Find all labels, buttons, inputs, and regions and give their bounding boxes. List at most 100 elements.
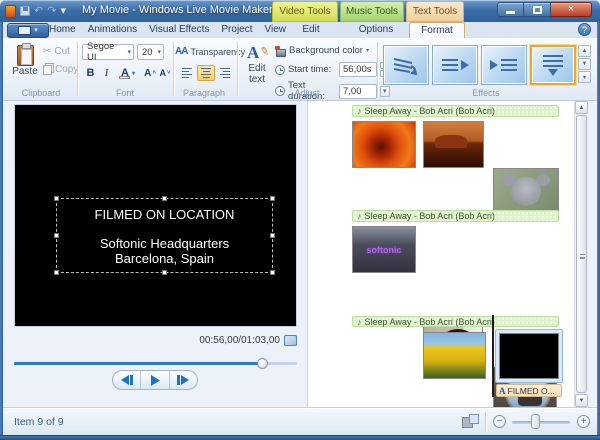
scroll-up-icon[interactable]: ▲ <box>575 101 588 114</box>
chevron-down-icon: ▾ <box>157 48 161 56</box>
seek-thumb[interactable] <box>257 358 268 369</box>
selection-handle[interactable] <box>54 196 59 201</box>
font-size-combobox[interactable]: 20 ▾ <box>137 44 164 60</box>
scrollbar-thumb[interactable] <box>576 115 587 393</box>
tab-home[interactable]: Home <box>43 22 82 38</box>
thumbnail-desert-rocks[interactable] <box>423 121 484 168</box>
maximize-icon <box>533 6 542 14</box>
thumbnail-size-icon[interactable] <box>462 414 479 429</box>
shrink-font-button[interactable]: A˅ <box>158 65 172 81</box>
music-track-bar[interactable]: ♪ Sleep Away - Bob Acri (Bob Acri) <box>352 210 559 222</box>
grow-font-button[interactable]: A˄ <box>143 65 157 81</box>
effect-fly-in-right-button[interactable] <box>481 45 527 85</box>
music-note-icon: ♪ <box>357 106 362 116</box>
playhead-indicator[interactable] <box>492 315 494 397</box>
selection-handle[interactable] <box>162 270 167 275</box>
next-frame-button[interactable] <box>170 371 197 389</box>
effect-arrow-right-lines-icon <box>489 54 519 76</box>
zoom-slider-thumb[interactable] <box>531 414 540 429</box>
selection-handle[interactable] <box>270 196 275 201</box>
effect-scroll-up-button-selected[interactable] <box>530 45 576 85</box>
window-controls: × <box>497 2 592 17</box>
effect-fly-in-left-button[interactable] <box>432 45 478 85</box>
tab-view[interactable]: View <box>259 22 293 38</box>
selection-handle[interactable] <box>270 270 275 275</box>
music-track-bar[interactable]: ♪ Sleep Away - Bob Acri (Bob Acri) <box>352 316 559 327</box>
effect-cinematic-button[interactable] <box>383 45 429 85</box>
bold-button[interactable]: B <box>83 65 98 81</box>
align-left-button[interactable] <box>178 65 196 81</box>
undo-icon[interactable]: ↶ <box>34 5 43 18</box>
tab-edit[interactable]: Edit <box>289 22 333 38</box>
minimize-button[interactable] <box>497 2 524 17</box>
selection-handle[interactable] <box>270 233 275 238</box>
seek-bar[interactable] <box>14 358 297 369</box>
chevron-down-icon: ▾ <box>366 47 369 54</box>
tab-options[interactable]: Options <box>345 22 407 38</box>
adjust-group-label: Adjust <box>239 88 375 98</box>
contextual-group-text-tools: Text Tools <box>406 1 464 22</box>
title-overlay-caption-text: FILMED O... <box>508 386 555 396</box>
background-color-button[interactable]: Background color ▾ <box>275 45 369 56</box>
app-icon[interactable] <box>5 5 16 18</box>
app-window: ↶ ↷ ▾ My Movie - Windows Live Movie Make… <box>0 0 600 440</box>
play-button[interactable] <box>141 371 169 389</box>
selection-handle[interactable] <box>162 196 167 201</box>
gallery-scroll-down-icon[interactable]: ▼ <box>578 58 591 70</box>
ribbon-tab-strip: ▾ Home Animations Visual Effects Project… <box>3 22 597 38</box>
selection-handle[interactable] <box>54 233 59 238</box>
customize-quick-access-icon[interactable]: ▾ <box>60 5 66 18</box>
previous-frame-button[interactable] <box>113 371 141 389</box>
gallery-more-icon[interactable]: ▾ <box>578 71 591 83</box>
italic-button[interactable]: I <box>99 65 114 81</box>
contextual-group-music-tools: Music Tools <box>340 1 404 22</box>
title-overlay-caption[interactable]: A FILMED O... <box>496 384 562 397</box>
fullscreen-preview-icon[interactable] <box>284 335 297 346</box>
text-selection-box[interactable]: FILMED ON LOCATION Softonic Headquarters… <box>56 198 273 273</box>
tab-visual-effects[interactable]: Visual Effects <box>143 22 215 38</box>
thumbnail-black-title-clip-selected[interactable] <box>499 333 559 379</box>
video-preview[interactable]: FILMED ON LOCATION Softonic Headquarters… <box>14 104 297 327</box>
thumbnail-koala[interactable] <box>493 168 559 215</box>
font-color-button[interactable]: A ▾ <box>116 65 140 81</box>
edit-text-button[interactable]: A✎ Edit text <box>241 43 273 89</box>
group-separator <box>77 42 78 96</box>
selection-handle[interactable] <box>54 270 59 275</box>
font-family-combobox[interactable]: Segoe UI ▾ <box>82 44 134 60</box>
music-track-bar[interactable]: ♪ Sleep Away - Bob Acri (Bob Acri) <box>352 105 559 117</box>
align-right-button[interactable] <box>216 65 234 81</box>
tab-project[interactable]: Project <box>215 22 258 38</box>
gallery-scroll-up-icon[interactable]: ▲ <box>578 45 591 57</box>
thumbnail-flower[interactable] <box>352 121 416 168</box>
save-icon[interactable] <box>20 6 30 16</box>
close-button[interactable]: × <box>551 2 592 17</box>
transparency-button[interactable]: AA Transparency <box>175 44 233 59</box>
minimize-icon <box>506 11 515 14</box>
background-color-label: Background color <box>289 45 363 56</box>
cut-button[interactable]: ✂ Cut <box>43 46 70 57</box>
storyboard-scrollbar[interactable]: ▲ ▼ <box>574 101 587 407</box>
start-time-label: Start time: <box>288 64 336 75</box>
zoom-out-button[interactable]: − <box>493 415 506 428</box>
zoom-slider-track[interactable] <box>512 421 570 424</box>
align-right-icon <box>220 68 230 78</box>
window-title: My Movie - Windows Live Movie Maker <box>82 4 273 16</box>
music-track-label: Sleep Away - Bob Acri (Bob Acri) <box>365 106 495 116</box>
copy-button[interactable]: Copy <box>43 64 78 75</box>
align-center-button-selected[interactable] <box>197 65 215 81</box>
tab-animations[interactable]: Animations <box>82 22 143 38</box>
zoom-in-button[interactable]: + <box>577 415 590 428</box>
paste-button[interactable]: Paste <box>9 43 41 87</box>
item-count-status: Item 9 of 9 <box>14 416 64 428</box>
thumbnail-softonic-sign[interactable]: softonic <box>352 226 416 273</box>
scrollbar-grip-icon <box>580 254 585 259</box>
thumbnail-tulips[interactable] <box>423 332 486 379</box>
help-icon[interactable]: ? <box>578 23 591 36</box>
start-time-input[interactable]: 56,00s <box>339 62 377 77</box>
scroll-down-icon[interactable]: ▼ <box>575 394 588 407</box>
redo-icon[interactable]: ↷ <box>47 5 56 18</box>
font-family-value: Segoe UI <box>87 41 125 63</box>
tab-format-active[interactable]: Format <box>409 22 465 38</box>
align-left-icon <box>182 68 192 78</box>
maximize-button[interactable] <box>524 2 551 17</box>
